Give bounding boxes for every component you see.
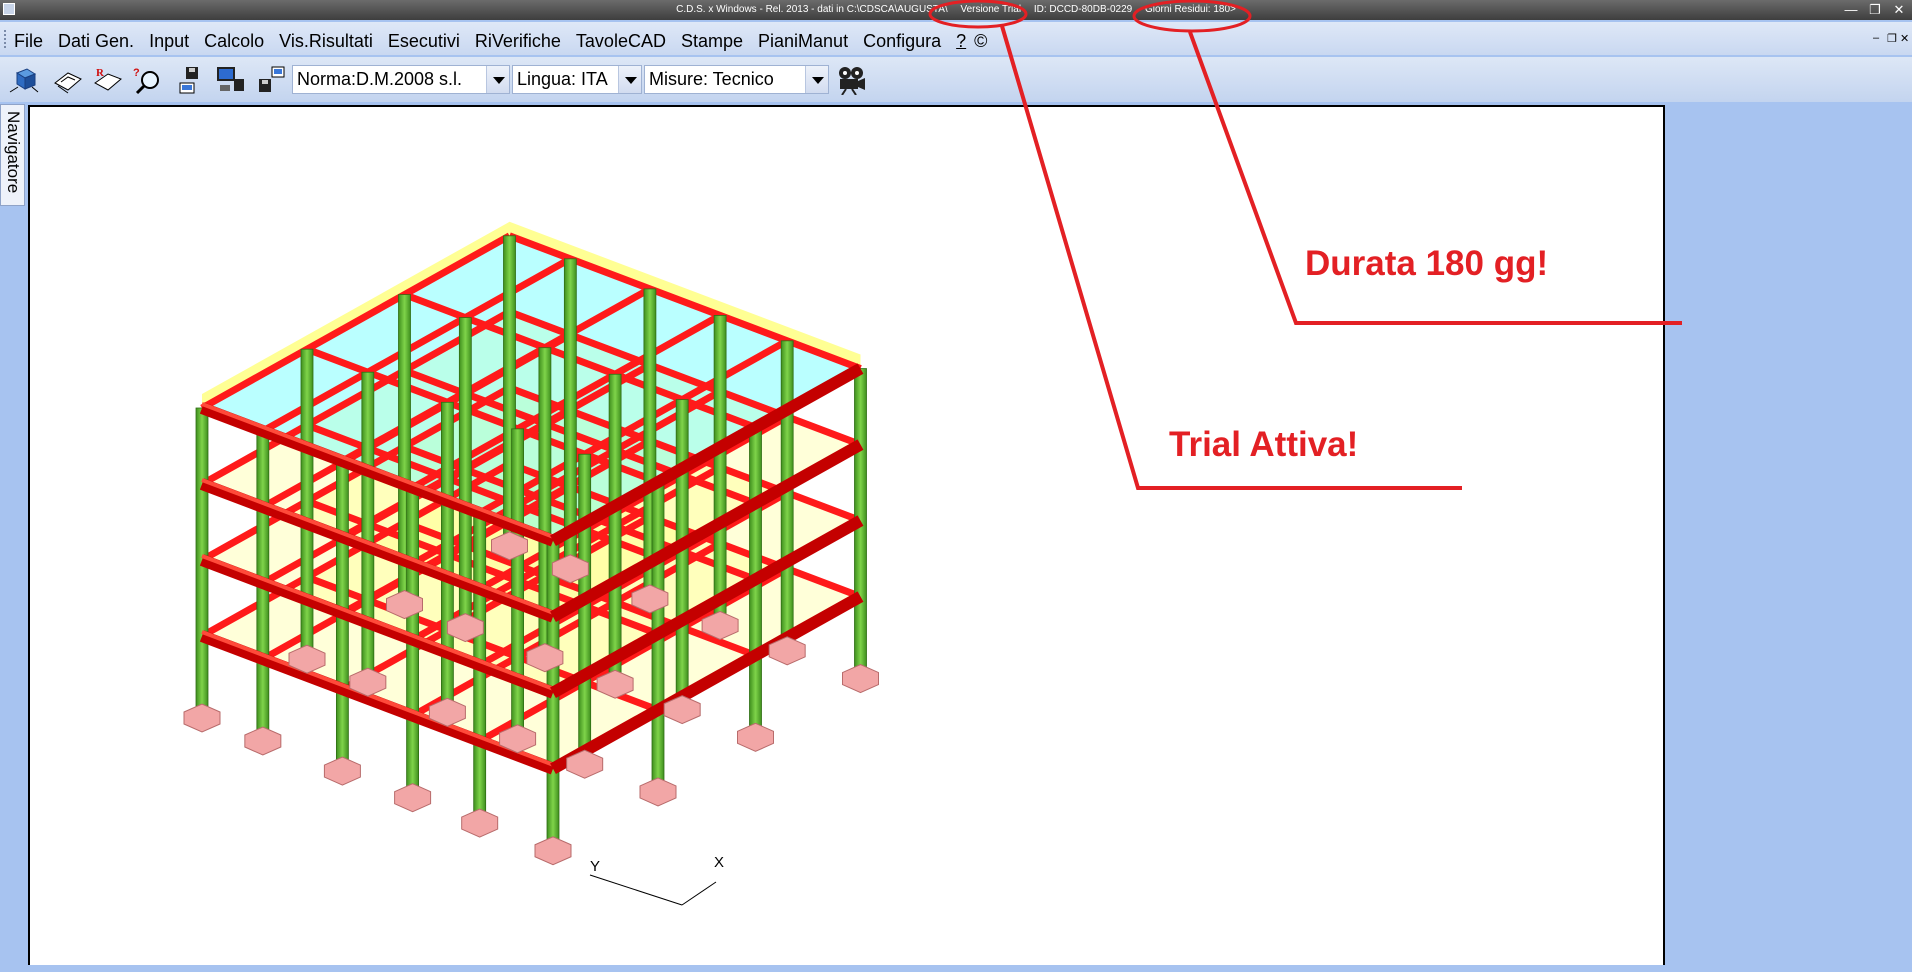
menu-file[interactable]: File xyxy=(14,31,43,52)
footing xyxy=(183,703,221,733)
menu-configura[interactable]: Configura xyxy=(863,31,941,52)
title-bar: C.D.S. x Windows - Rel. 2013 - dati in C… xyxy=(0,0,1912,20)
mdi-restore-icon[interactable]: ❐ xyxy=(1887,32,1897,45)
floor-plan-icon[interactable] xyxy=(52,65,84,95)
footing xyxy=(534,836,572,866)
menu-vis-risultati[interactable]: Vis.Risultati xyxy=(279,31,373,52)
mdi-close-icon[interactable]: ✕ xyxy=(1900,32,1909,45)
svg-text:R: R xyxy=(96,67,105,79)
column xyxy=(563,258,577,564)
column xyxy=(608,373,622,679)
axis-y-label: Y xyxy=(590,858,600,875)
chevron-down-icon[interactable] xyxy=(618,66,641,93)
footing xyxy=(244,726,282,756)
axes-triad: Y X xyxy=(589,854,724,906)
trial-version-label: Versione Trial xyxy=(960,4,1022,15)
chevron-down-icon[interactable] xyxy=(805,66,828,93)
structural-model-3d[interactable]: Y X xyxy=(30,107,1663,967)
footing xyxy=(737,722,774,752)
column xyxy=(713,315,727,620)
disk-save-icon[interactable] xyxy=(176,65,208,95)
license-id-label: ID: DCCD-80DB-0229 xyxy=(1033,4,1133,15)
mdi-minimize-icon[interactable]: – xyxy=(1873,32,1879,44)
disk-export-icon[interactable] xyxy=(255,65,287,95)
close-icon[interactable]: ✕ xyxy=(1888,1,1910,18)
menu-esecutivi[interactable]: Esecutivi xyxy=(388,31,460,52)
menu-dati-gen[interactable]: Dati Gen. xyxy=(58,31,134,52)
misure-select[interactable]: Misure: Tecnico xyxy=(644,65,829,94)
axis-x-label: X xyxy=(714,854,724,871)
footing xyxy=(461,808,499,838)
lingua-select[interactable]: Lingua: ITA xyxy=(512,65,642,94)
model-viewport[interactable]: Y X xyxy=(28,105,1665,965)
menu-input[interactable]: Input xyxy=(149,31,189,52)
menu-tavolecad[interactable]: TavoleCAD xyxy=(576,31,666,52)
menu-about[interactable]: © xyxy=(974,31,987,52)
minimize-icon[interactable]: — xyxy=(1840,1,1862,18)
restore-icon[interactable]: ❐ xyxy=(1864,1,1886,18)
trial-active-annotation: Trial Attiva! xyxy=(1169,425,1359,464)
navigator-tab[interactable]: Navigatore xyxy=(0,104,25,206)
report-icon[interactable]: R xyxy=(92,65,124,95)
footing xyxy=(394,783,432,813)
menu-stampe[interactable]: Stampe xyxy=(681,31,743,52)
toolbar: R ? Norma:D.M.2008 s.l. Lingua: ITA Misu… xyxy=(0,57,1912,102)
menu-riverifiche[interactable]: RiVerifiche xyxy=(475,31,561,52)
window-title: C.D.S. x Windows - Rel. 2013 - dati in C… xyxy=(0,4,1912,15)
menu-bar: File Dati Gen. Input Calcolo Vis.Risulta… xyxy=(0,22,1912,55)
menu-grip-icon xyxy=(4,30,9,48)
footing xyxy=(323,756,361,786)
menu-help[interactable]: ? xyxy=(956,31,966,52)
navigator-label: Navigatore xyxy=(4,111,23,194)
chevron-down-icon[interactable] xyxy=(486,66,509,93)
remaining-days-label: Giorni Residui: 180> xyxy=(1144,4,1236,15)
camera-icon[interactable] xyxy=(834,65,866,95)
misure-value: Misure: Tecnico xyxy=(649,69,774,89)
footing xyxy=(842,664,879,694)
menu-calcolo[interactable]: Calcolo xyxy=(204,31,264,52)
3d-view-icon[interactable] xyxy=(8,65,40,95)
app-title-text: C.D.S. x Windows - Rel. 2013 - dati in C… xyxy=(676,4,948,15)
norma-select[interactable]: Norma:D.M.2008 s.l. xyxy=(292,65,510,94)
norma-value: Norma:D.M.2008 s.l. xyxy=(297,69,463,89)
footing xyxy=(639,777,677,807)
duration-annotation: Durata 180 gg! xyxy=(1305,244,1549,283)
svg-text:?: ? xyxy=(133,67,140,79)
computer-icon[interactable] xyxy=(214,65,246,95)
search-zoom-icon[interactable]: ? xyxy=(132,65,164,95)
menu-pianimanut[interactable]: PianiManut xyxy=(758,31,848,52)
lingua-value: Lingua: ITA xyxy=(517,69,608,89)
